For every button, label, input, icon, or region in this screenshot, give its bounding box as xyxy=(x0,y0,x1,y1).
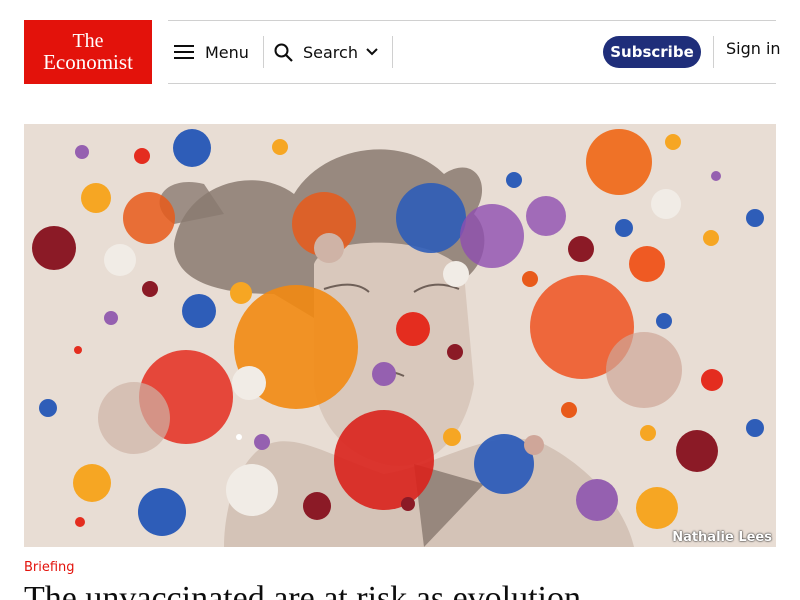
subscribe-button[interactable]: Subscribe xyxy=(603,36,701,68)
nav-separator xyxy=(713,36,714,68)
nav-divider-top xyxy=(168,20,776,21)
menu-button[interactable]: Menu xyxy=(174,36,249,68)
chevron-down-icon xyxy=(366,48,378,56)
hero-illustration: Nathalie Lees xyxy=(24,124,776,547)
menu-label: Menu xyxy=(205,42,249,62)
article-headline[interactable]: The unvaccinated are at risk as evolutio… xyxy=(24,580,581,600)
search-label: Search xyxy=(303,42,358,62)
search-button[interactable]: Search xyxy=(274,36,378,68)
hamburger-icon xyxy=(174,45,194,59)
nav-separator xyxy=(263,36,264,68)
section-label[interactable]: Briefing xyxy=(24,560,75,575)
logo-line-2: Economist xyxy=(43,50,133,74)
sign-in-link[interactable]: Sign in xyxy=(726,39,781,58)
molecule-face-illustration xyxy=(24,124,776,547)
economist-logo[interactable]: The Economist xyxy=(24,20,152,84)
logo-line-1: The xyxy=(72,30,104,52)
nav-divider-bottom xyxy=(168,83,776,84)
search-icon xyxy=(274,43,293,62)
image-credit: Nathalie Lees xyxy=(672,530,772,545)
nav-separator xyxy=(392,36,393,68)
